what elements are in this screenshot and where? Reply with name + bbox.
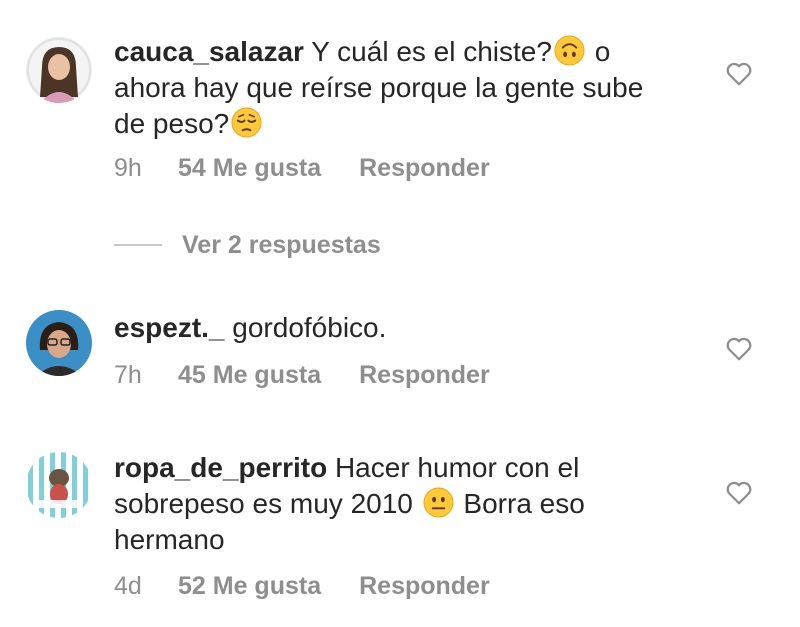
likes-count[interactable]: 54 Me gusta <box>178 151 321 185</box>
likes-count[interactable]: 45 Me gusta <box>178 358 321 392</box>
reply-button[interactable]: Responder <box>359 358 490 392</box>
comment-text: cauca_salazar Y cuál es el chiste? o aho… <box>114 34 674 142</box>
view-replies-label: Ver 2 respuestas <box>182 230 381 259</box>
heart-outline-icon[interactable] <box>724 477 754 507</box>
neutral-face-emoji <box>423 487 454 518</box>
reply-button[interactable]: Responder <box>359 151 490 185</box>
heart-outline-icon[interactable] <box>724 58 754 88</box>
comment-text: ropa_de_perrito Hacer humor con el sobre… <box>114 450 674 558</box>
timestamp: 4d <box>114 572 142 600</box>
upside-down-face-emoji <box>554 35 585 66</box>
avatar[interactable] <box>26 452 92 518</box>
replies-divider <box>114 244 162 246</box>
view-replies-button[interactable]: Ver 2 respuestas <box>114 228 381 262</box>
username[interactable]: ropa_de_perrito <box>114 452 327 483</box>
timestamp: 9h <box>114 154 142 182</box>
username[interactable]: cauca_salazar <box>114 36 304 67</box>
pensive-face-emoji <box>231 107 262 138</box>
heart-outline-icon[interactable] <box>724 333 754 363</box>
comment-body: Y cuál es el chiste? <box>311 36 552 67</box>
comment-meta: 7h 45 Me gusta Responder <box>114 358 490 392</box>
avatar[interactable] <box>26 310 92 376</box>
likes-count[interactable]: 52 Me gusta <box>178 569 321 603</box>
reply-button[interactable]: Responder <box>359 569 490 603</box>
comment-body: gordofóbico. <box>232 312 387 343</box>
comment-meta: 9h 54 Me gusta Responder <box>114 151 490 185</box>
timestamp: 7h <box>114 361 142 389</box>
comment-meta: 4d 52 Me gusta Responder <box>114 569 490 603</box>
username[interactable]: espezt._ <box>114 312 225 343</box>
comment-text: espezt._ gordofóbico. <box>114 310 674 346</box>
avatar[interactable] <box>26 37 92 103</box>
